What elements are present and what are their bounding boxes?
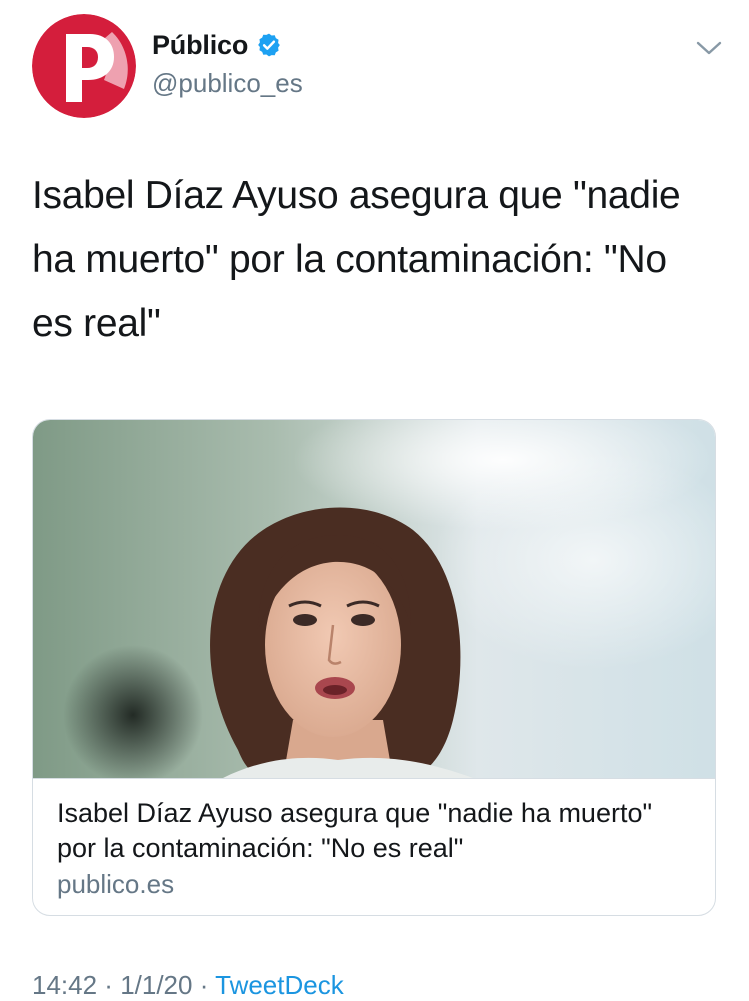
meta-separator: · [97,970,121,1000]
link-card[interactable]: Isabel Díaz Ayuso asegura que "nadie ha … [32,419,716,916]
tweet-source-link[interactable]: TweetDeck [215,970,344,1000]
meta-separator: · [192,970,216,1000]
card-image [33,420,715,779]
tweet-text: Isabel Díaz Ayuso asegura que "nadie ha … [32,174,681,345]
card-title[interactable]: Isabel Díaz Ayuso asegura que "nadie ha … [57,796,697,866]
user-display-name[interactable]: Público [152,30,248,61]
verified-badge-icon [258,33,280,57]
chevron-down-icon[interactable] [696,40,722,56]
tweet-time[interactable]: 14:42 [32,970,97,1000]
card-domain: publico.es [57,869,175,899]
tweet-date[interactable]: 1/1/20 [120,970,192,1000]
tweet-meta: 14:42 · 1/1/20 · TweetDeck [32,970,344,1001]
avatar[interactable] [32,14,136,118]
article-photo [33,420,715,778]
user-name-row: Público [152,28,282,62]
user-handle[interactable]: @publico_es [152,68,303,99]
publico-logo [32,14,136,118]
